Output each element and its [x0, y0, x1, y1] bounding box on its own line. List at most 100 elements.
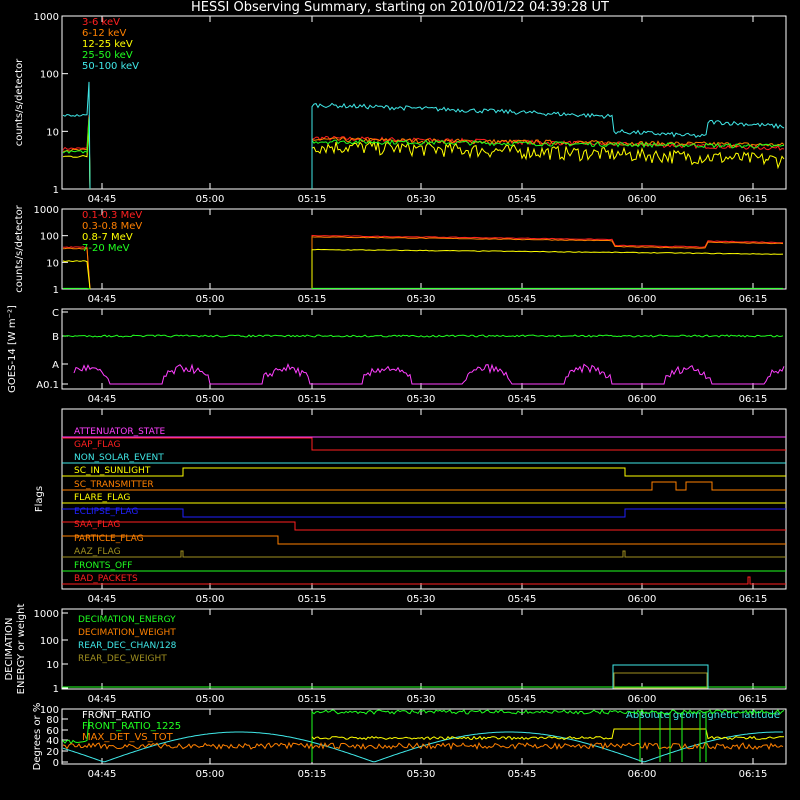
legend-entry: 7-20 MeV [82, 243, 130, 254]
flag-line [62, 535, 786, 545]
time-tick-label: 04:45 [88, 194, 117, 205]
time-tick-label: 05:30 [407, 294, 436, 305]
series-line [311, 138, 785, 189]
y-tick-label: 10 [46, 660, 59, 671]
y-tick-label: 1 [53, 285, 59, 296]
legend-entry: 0.8-7 MeV [82, 232, 133, 243]
legend-entry: 25-50 keV [82, 50, 133, 61]
legend-entry: 0.3-0.8 MeV [82, 221, 142, 232]
time-tick-label: 06:15 [739, 694, 768, 705]
legend-entry: 3-6 keV [82, 17, 120, 28]
y-axis-label: GOES-14 [W m⁻²] [7, 305, 18, 393]
series-line [612, 664, 709, 689]
time-tick-label: 04:45 [88, 694, 117, 705]
y-tick-label: A [52, 360, 59, 371]
flag-label: AAZ_FLAG [74, 547, 121, 557]
y-tick-label: 10 [46, 258, 59, 269]
y-tick-label: A0.1 [36, 380, 59, 391]
y-tick-label: 80 [46, 715, 59, 726]
y-axis-label: counts/s/detector [14, 58, 25, 146]
series-line [62, 247, 91, 289]
time-tick-label: 05:45 [508, 394, 537, 405]
time-tick-label: 05:00 [196, 394, 225, 405]
time-tick-label: 06:15 [739, 294, 768, 305]
legend-entry: DECIMATION_ENERGY [78, 615, 176, 625]
time-tick-label: 04:45 [88, 394, 117, 405]
time-tick-label: 06:00 [628, 769, 657, 780]
legend-entry: REAR_DEC_CHAN/128 [78, 641, 177, 651]
hessi-summary-chart: 04:45 05:00 05:15 05:30 05:45 06:00 06:15 04:45… [4, 12, 787, 780]
legend-entry: 50-100 keV [82, 61, 139, 72]
panel-frame [61, 408, 787, 590]
y-tick-label: 0 [53, 758, 59, 769]
y-axis-label: counts/s/detector [14, 204, 25, 292]
flag-label: FRONTS_OFF [74, 561, 132, 571]
flag-label: FLARE_FLAG [74, 493, 130, 503]
y-tick-label: 100 [40, 636, 59, 647]
series-line [613, 672, 708, 689]
time-tick-label: 05:00 [196, 694, 225, 705]
flag-line [62, 508, 786, 518]
y-tick-label: 60 [46, 726, 59, 737]
y-tick-label: 40 [46, 736, 59, 747]
flag-line [62, 550, 786, 558]
series-line [62, 81, 91, 189]
time-tick-label: 05:15 [298, 394, 327, 405]
series-line [311, 234, 784, 289]
y-tick-label: 1000 [34, 12, 59, 23]
flag-line [62, 521, 786, 531]
flag-label: GAP_FLAG [74, 440, 120, 450]
series-line [311, 287, 783, 289]
legend-entry: FRONT_RATIO [82, 710, 151, 721]
flag-label: SC_IN_SUNLIGHT [74, 466, 151, 476]
time-tick-label: 05:45 [508, 194, 537, 205]
y-axis-label: ENERGY or weight [16, 604, 27, 695]
time-tick-label: 05:00 [196, 594, 225, 605]
y-axis-label: DECIMATION [4, 617, 15, 680]
y-axis-label: Flags [34, 486, 45, 512]
time-tick-label: 06:15 [739, 594, 768, 605]
y-tick-label: 100 [40, 70, 59, 81]
legend-entry: REAR_DEC_WEIGHT [78, 654, 167, 664]
series-line [62, 260, 91, 289]
time-tick-label: 05:30 [407, 394, 436, 405]
time-tick-label: 06:00 [628, 694, 657, 705]
panel-frame [61, 308, 787, 390]
time-tick-label: 06:00 [628, 594, 657, 605]
time-tick-label: 04:45 [88, 769, 117, 780]
flag-label: BAD_PACKETS [74, 574, 138, 584]
time-tick-label: 06:00 [628, 194, 657, 205]
y-tick-label: 1000 [34, 609, 59, 620]
flag-label: SC_TRANSMITTER [74, 480, 154, 490]
time-tick-label: 05:15 [298, 194, 327, 205]
series-line [62, 118, 91, 189]
flag-label: ATTENUATOR_STATE [74, 427, 166, 437]
y-axis-label: Degrees or % [32, 703, 43, 771]
y-tick-label: 1 [53, 684, 59, 695]
series-line [311, 248, 784, 289]
series-line [311, 728, 784, 741]
flag-line [62, 481, 786, 491]
time-tick-label: 05:45 [508, 769, 537, 780]
series-line [62, 334, 784, 338]
time-tick-label: 05:00 [196, 194, 225, 205]
time-tick-label: 05:15 [298, 594, 327, 605]
time-tick-label: 05:00 [196, 769, 225, 780]
legend-entry: MAX_DET_VS_TOT [82, 732, 174, 743]
time-tick-label: 05:15 [298, 694, 327, 705]
flag-line [62, 437, 786, 451]
time-tick-label: 05:30 [407, 194, 436, 205]
series-line [73, 362, 785, 385]
time-tick-label: 05:30 [407, 694, 436, 705]
legend-entry: 6-12 keV [82, 28, 126, 39]
legend-entry: FRONT_RATIO_1225 [82, 721, 181, 732]
flag-line [62, 467, 786, 477]
flag-line [62, 576, 786, 585]
series-line [311, 236, 784, 289]
y-tick-label: 1 [53, 185, 59, 196]
time-tick-label: 04:45 [88, 594, 117, 605]
time-tick-label: 05:15 [298, 769, 327, 780]
legend-entry: DECIMATION_WEIGHT [78, 628, 176, 638]
panel-frame [61, 208, 787, 290]
series-line [63, 116, 91, 189]
